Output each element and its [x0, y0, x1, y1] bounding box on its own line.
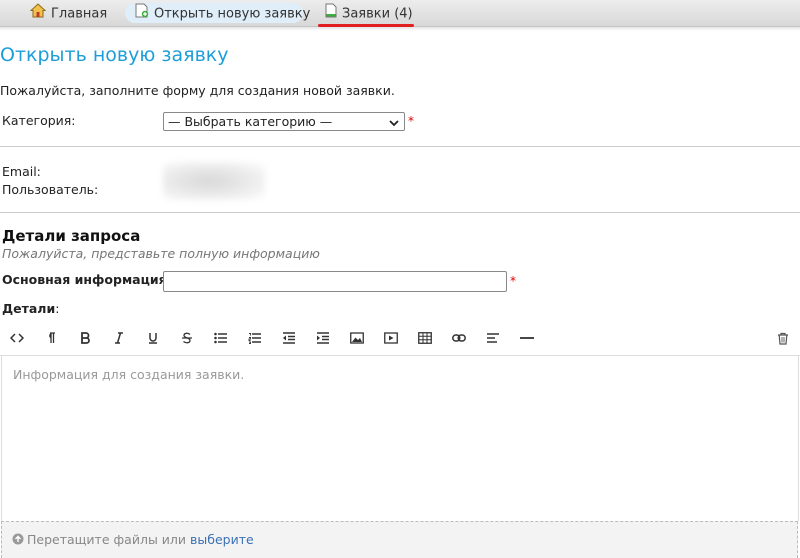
dropzone-text-row: Перетащите файлы или выберите: [12, 532, 254, 548]
subject-label: Основная информация:: [2, 272, 172, 287]
details-section-title: Детали запроса: [2, 227, 141, 245]
unordered-list-icon[interactable]: [212, 332, 230, 348]
home-icon: [29, 3, 47, 25]
category-selected-value: — Выбрать категорию —: [168, 114, 333, 129]
editor-placeholder: Информация для создания заявки.: [13, 367, 245, 382]
nav-open-ticket-tab[interactable]: Открыть новую заявку: [125, 3, 310, 25]
subject-required-mark: *: [510, 274, 516, 288]
nav-tickets-tab[interactable]: Заявки (4): [325, 3, 413, 23]
user-label: Пользователь:: [2, 182, 99, 197]
attachments-dropzone[interactable]: Перетащите файлы или выберите: [1, 521, 798, 558]
chevron-down-icon: [388, 116, 400, 127]
indent-icon[interactable]: [314, 332, 332, 348]
new-ticket-icon: [135, 3, 149, 25]
tickets-icon: [325, 3, 337, 25]
nav-home-label: Главная: [51, 6, 108, 22]
email-label: Email:: [2, 164, 41, 179]
code-icon[interactable]: [8, 332, 26, 348]
dropzone-text: Перетащите файлы или: [27, 532, 187, 547]
nav-tickets-label: Заявки (4): [342, 6, 413, 22]
video-icon[interactable]: [382, 332, 400, 348]
category-required-mark: *: [408, 114, 414, 128]
details-label: Детали:: [2, 301, 59, 316]
outdent-icon[interactable]: [280, 332, 298, 348]
details-section-subtitle: Пожалуйста, представьте полную информаци…: [2, 246, 320, 261]
nav-open-ticket-label: Открыть новую заявку: [154, 6, 311, 22]
top-navbar: Главная Открыть новую заявку Заявки (4): [0, 0, 800, 31]
subject-input[interactable]: [163, 271, 507, 292]
align-icon[interactable]: [484, 332, 502, 348]
details-label-text: Детали: [2, 301, 56, 316]
dropzone-choose-link[interactable]: выберите: [190, 532, 254, 547]
paragraph-icon[interactable]: [42, 332, 60, 348]
active-tab-underline: [318, 24, 414, 27]
details-editor[interactable]: Информация для создания заявки.: [1, 356, 799, 521]
divider: [0, 146, 800, 147]
category-label: Категория:: [2, 113, 76, 128]
trash-icon[interactable]: [774, 332, 792, 348]
underline-icon[interactable]: [144, 332, 162, 348]
page-intro: Пожалуйста, заполните форму для создания…: [0, 83, 395, 98]
page-title: Открыть новую заявку: [0, 44, 229, 66]
nav-home-link[interactable]: Главная: [29, 3, 108, 25]
details-label-colon: :: [55, 301, 60, 316]
bold-icon[interactable]: [76, 332, 94, 348]
divider: [0, 212, 800, 213]
ordered-list-icon[interactable]: [246, 332, 264, 348]
category-select[interactable]: — Выбрать категорию —: [163, 112, 405, 131]
image-icon[interactable]: [348, 332, 366, 348]
blurred-user-info: [163, 162, 265, 200]
strikethrough-icon[interactable]: [178, 332, 196, 348]
upload-icon: [12, 533, 24, 548]
editor-toolbar: [0, 322, 800, 356]
link-icon[interactable]: [450, 332, 468, 348]
italic-icon[interactable]: [110, 332, 128, 348]
horizontal-rule-icon[interactable]: [518, 332, 536, 348]
table-icon[interactable]: [416, 332, 434, 348]
